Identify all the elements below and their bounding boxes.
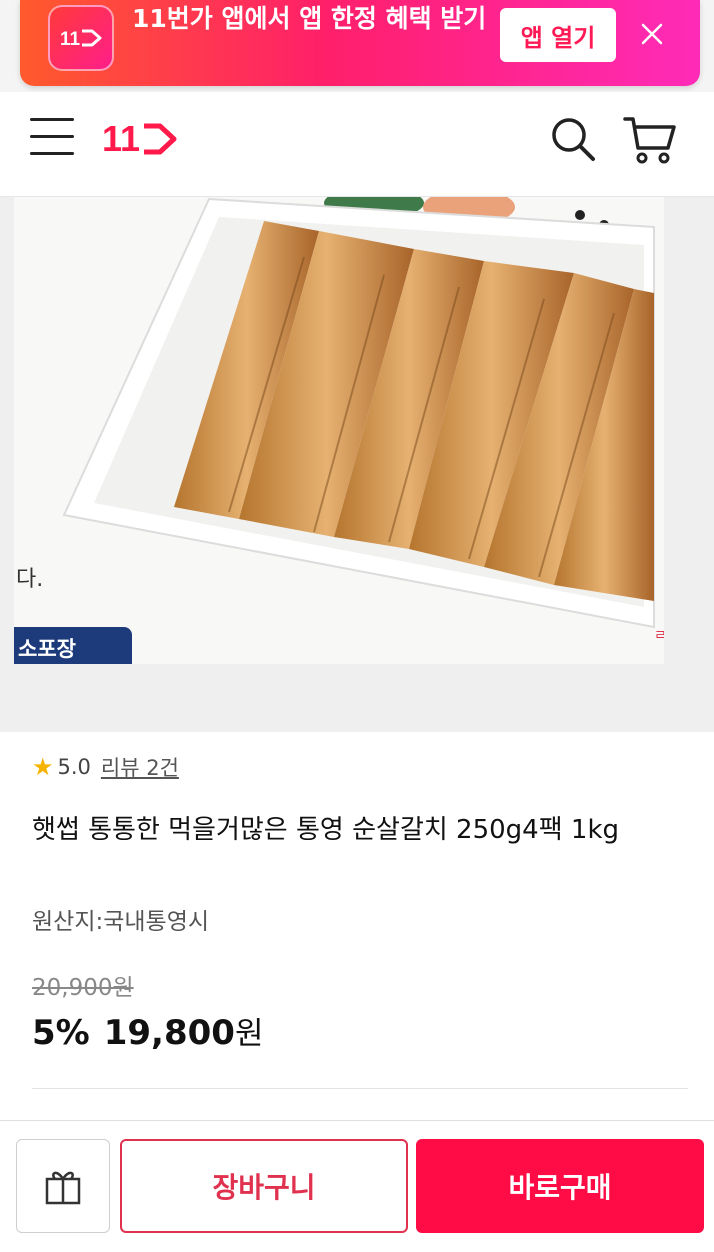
- price-unit: 원: [234, 1016, 264, 1052]
- search-icon[interactable]: [548, 114, 598, 164]
- svg-text:11: 11: [60, 29, 81, 49]
- product-origin: 원산지:국내통영시: [32, 909, 210, 935]
- cart-icon[interactable]: [622, 114, 678, 166]
- bottom-action-bar: 장바구니 바로구매: [0, 1120, 714, 1252]
- app-promo-banner[interactable]: 11 11번가 앱에서 앱 한정 혜택 받기 앱 열기: [20, 0, 700, 86]
- star-icon: ★: [32, 753, 54, 781]
- gift-button[interactable]: [16, 1139, 110, 1233]
- promo-banner-area: 11 11번가 앱에서 앱 한정 혜택 받기 앱 열기: [0, 0, 714, 92]
- open-app-button[interactable]: 앱 열기: [500, 8, 616, 62]
- sale-price: 19,800: [103, 1013, 235, 1053]
- product-title: 햇썹 통통한 먹을거많은 통영 순살갈치 250g4팩 1kg: [32, 815, 620, 845]
- svg-text:11: 11: [102, 118, 140, 158]
- gift-icon: [45, 1171, 81, 1205]
- rating-row: ★ 5.0 리뷰 2건: [32, 752, 179, 782]
- image-badge: 소포장: [14, 627, 132, 664]
- product-image[interactable]: 다. 소포장 ㄹ: [14, 197, 664, 664]
- top-header: 11: [0, 92, 714, 197]
- app-logo-icon: 11: [48, 5, 114, 71]
- review-count-link[interactable]: 리뷰 2건: [101, 752, 179, 782]
- sale-price-row: 5% 19,800 원: [32, 1008, 263, 1053]
- rating-value: 5.0: [57, 755, 91, 779]
- close-icon[interactable]: [632, 18, 672, 54]
- hamburger-menu-icon[interactable]: [30, 118, 74, 158]
- discount-rate: 5%: [32, 1013, 90, 1053]
- section-divider: [32, 1088, 688, 1089]
- image-caption-text: 다.: [16, 567, 44, 592]
- add-to-cart-button[interactable]: 장바구니: [120, 1139, 408, 1233]
- original-price: 20,900원: [32, 975, 134, 1001]
- buy-now-button[interactable]: 바로구매: [416, 1139, 704, 1233]
- 11st-logo[interactable]: 11: [102, 118, 182, 162]
- promo-text: 11번가 앱에서 앱 한정 혜택 받기: [132, 4, 487, 33]
- product-image-area: 다. 소포장 ㄹ: [0, 197, 714, 732]
- image-edge-text: ㄹ: [654, 628, 664, 644]
